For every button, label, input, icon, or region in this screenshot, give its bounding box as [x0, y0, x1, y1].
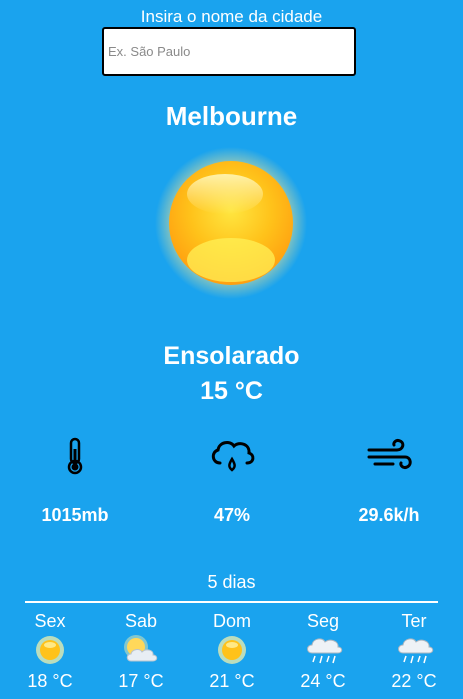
forecast-title: 5 dias	[207, 572, 256, 592]
forecast-day: Sab 17 °C	[101, 611, 181, 692]
wind-icon	[365, 437, 413, 480]
forecast-day-temp: 21 °C	[209, 671, 255, 691]
forecast-day-temp: 24 °C	[300, 671, 346, 691]
forecast-day-temp: 22 °C	[391, 671, 437, 691]
divider	[25, 601, 438, 603]
thermometer-icon	[63, 437, 87, 480]
sun-icon	[10, 633, 90, 667]
sun-icon	[155, 142, 307, 304]
weather-condition: Ensolarado	[163, 342, 300, 370]
forecast-day-name: Seg	[306, 611, 340, 631]
forecast-day: Dom 21 °C	[192, 611, 272, 692]
rain-cloud-icon	[283, 633, 363, 667]
forecast-day-name: Ter	[401, 611, 427, 631]
forecast-day-name: Sex	[34, 611, 66, 631]
forecast-day: Sex 18 °C	[10, 611, 90, 692]
rain-cloud-icon	[208, 437, 256, 480]
forecast-day: Ter 22 °C	[374, 611, 454, 692]
forecast-day: Seg 24 °C	[283, 611, 363, 692]
rain-cloud-icon	[374, 633, 454, 667]
forecast-day-temp: 17 °C	[118, 671, 164, 691]
humidity-value: 47%	[213, 505, 251, 525]
forecast-day-name: Sab	[124, 611, 158, 631]
search-label: Insira o nome da cidade	[140, 7, 323, 26]
city-name: Melbourne	[165, 101, 298, 131]
sun-icon	[192, 633, 272, 667]
wind-value: 29.6k/h	[358, 505, 420, 525]
partly-cloudy-icon	[101, 633, 181, 667]
current-temperature: 15 °C	[200, 377, 263, 405]
forecast-day-name: Dom	[212, 611, 251, 631]
city-search-input[interactable]	[102, 27, 356, 76]
forecast-day-temp: 18 °C	[27, 671, 73, 691]
pressure-value: 1015mb	[41, 505, 109, 525]
